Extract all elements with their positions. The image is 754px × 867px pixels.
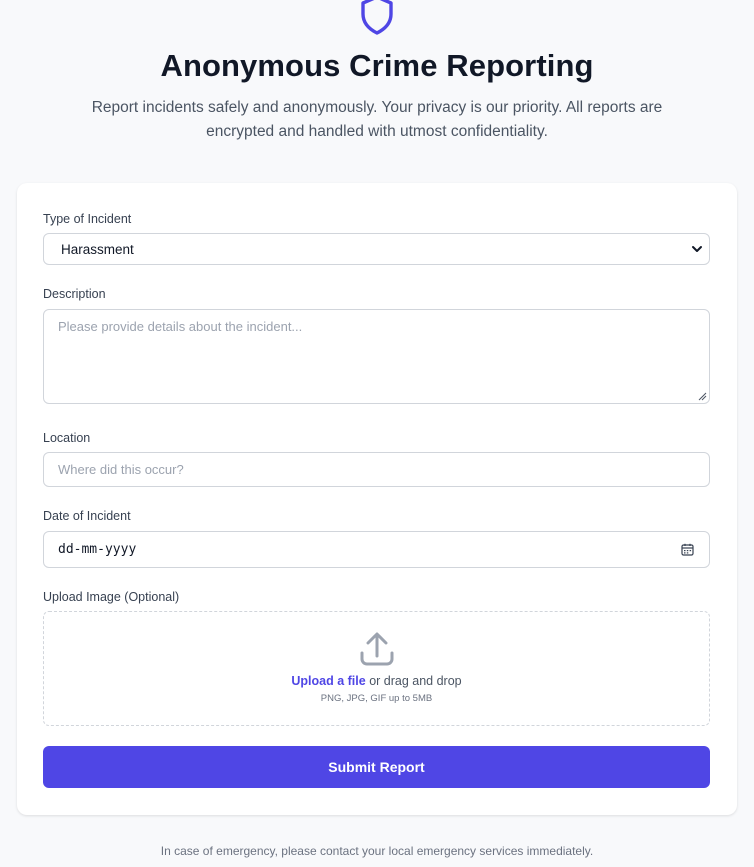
page-subtitle: Report incidents safely and anonymously.… <box>91 99 663 140</box>
incident-type-label: Type of Incident <box>43 212 132 226</box>
report-page: Anonymous Crime Reporting Report inciden… <box>0 0 754 867</box>
location-placeholder: Where did this occur? <box>58 462 184 477</box>
calendar-icon[interactable] <box>681 543 694 556</box>
upload-drag-text: or drag and drop <box>369 674 462 688</box>
date-label: Date of Incident <box>43 509 131 523</box>
submit-report-button[interactable]: Submit Report <box>43 746 710 788</box>
shield-icon <box>361 0 393 35</box>
upload-dropzone[interactable]: Upload a file or drag and drop PNG, JPG,… <box>43 611 710 726</box>
description-placeholder: Please provide details about the inciden… <box>58 319 303 334</box>
location-input[interactable]: Where did this occur? <box>43 452 710 487</box>
description-textarea[interactable]: Please provide details about the inciden… <box>43 309 710 404</box>
report-form-card: Type of Incident Harassment Description … <box>17 183 737 815</box>
date-input[interactable]: dd-mm-yyyy <box>43 531 710 568</box>
chevron-down-icon <box>692 246 702 252</box>
resize-handle-icon[interactable] <box>698 392 707 401</box>
upload-file-hint: PNG, JPG, GIF up to 5MB <box>320 693 433 704</box>
incident-type-select[interactable]: Harassment <box>43 233 710 265</box>
description-label: Description <box>43 287 106 301</box>
upload-file-link[interactable]: Upload a file <box>291 674 365 688</box>
page-title: Anonymous Crime Reporting <box>160 48 594 83</box>
upload-icon <box>360 632 394 666</box>
location-label: Location <box>43 431 91 445</box>
upload-instruction: Upload a file or drag and drop <box>44 674 709 688</box>
incident-type-value: Harassment <box>61 242 134 257</box>
upload-label: Upload Image (Optional) <box>43 590 180 604</box>
date-placeholder: dd-mm-yyyy <box>58 542 137 557</box>
emergency-notice: In case of emergency, please contact you… <box>160 844 594 858</box>
